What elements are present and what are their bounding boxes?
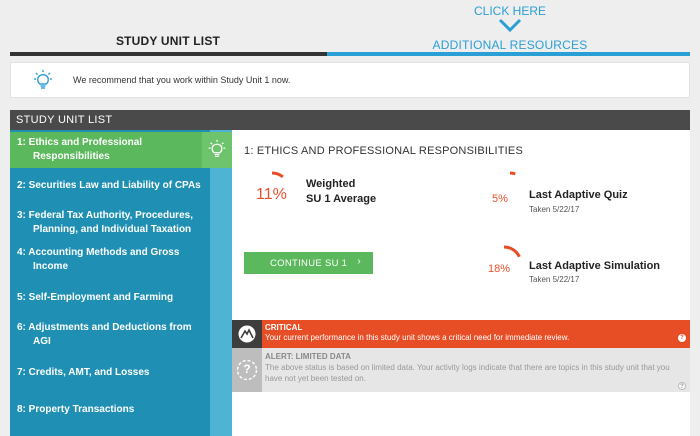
critical-text: Your current performance in this study u… <box>265 333 570 342</box>
sidebar-item-label-cont: Responsibilities <box>33 151 110 162</box>
sidebar-item-label: 7: Credits, AMT, and Losses <box>17 367 150 378</box>
study-unit-detail: 1: ETHICS AND PROFESSIONAL RESPONSIBILIT… <box>232 130 690 436</box>
panel-header: STUDY UNIT LIST <box>10 110 690 130</box>
limited-data-alert: ? ALERT: LIMITED DATA The above status i… <box>232 348 690 392</box>
weighted-average-percent: 11% <box>256 186 287 203</box>
simulation-label: Last Adaptive Simulation <box>529 260 661 272</box>
question-glyph: ? <box>243 362 251 376</box>
simulation-percent: 18% <box>488 263 511 275</box>
sidebar-item-label-cont: Income <box>33 261 69 272</box>
sidebar-item-label: 8: Property Transactions <box>17 404 135 415</box>
sidebar-item-unit-7[interactable]: 7: Credits, AMT, and Losses <box>10 366 210 380</box>
quiz-label: Last Adaptive Quiz <box>529 189 628 201</box>
sidebar-item-label: 2: Securities Law and Liability of CPAs <box>17 180 201 191</box>
sidebar-item-label: 5: Self-Employment and Farming <box>17 292 174 303</box>
tab-indicator-active <box>10 52 327 56</box>
sidebar-item-unit-4[interactable]: 4: Accounting Methods and Gross Income <box>10 246 210 274</box>
sidebar-strip <box>210 130 232 436</box>
sidebar-item-unit-6[interactable]: 6: Adjustments and Deductions from AGI <box>10 321 210 349</box>
critical-icon-box <box>232 320 262 348</box>
sidebar-item-label: 1: Ethics and Professional <box>17 137 143 148</box>
chevron-down-icon[interactable] <box>498 18 522 34</box>
sidebar-item-unit-2[interactable]: 2: Securities Law and Liability of CPAs <box>10 179 210 193</box>
recommendation-bar: We recommend that you work within Study … <box>10 62 690 98</box>
sidebar-item-label-cont: AGI <box>33 336 51 347</box>
sidebar-item-label: 3: Federal Tax Authority, Procedures, <box>17 210 193 221</box>
critical-help-icon[interactable]: ? <box>678 334 686 342</box>
sidebar-item-label: 4: Accounting Methods and Gross <box>17 247 180 258</box>
tab-additional-resources[interactable]: ADDITIONAL RESOURCES <box>330 38 690 52</box>
su-average-label: SU 1 Average <box>306 193 377 205</box>
alert-icon-box: ? <box>232 348 262 392</box>
continue-su-button[interactable]: CONTINUE SU 1 › <box>244 252 373 274</box>
sidebar-item-label-cont: Planning, and Individual Taxation <box>33 224 192 235</box>
sidebar-item-unit-8[interactable]: 8: Property Transactions <box>10 403 210 417</box>
tab-indicator-inactive <box>327 52 690 56</box>
critical-title: CRITICAL <box>265 323 303 332</box>
tab-study-unit-list[interactable]: STUDY UNIT LIST <box>10 34 326 48</box>
chevron-right-icon: › <box>357 256 361 267</box>
sidebar-item-unit-3[interactable]: 3: Federal Tax Authority, Procedures, Pl… <box>10 209 210 237</box>
recommendation-text: We recommend that you work within Study … <box>73 75 291 85</box>
simulation-date: Taken 5/22/17 <box>529 275 580 284</box>
sidebar-item-unit-1[interactable]: 1: Ethics and Professional Responsibilit… <box>10 136 210 164</box>
alert-title: ALERT: LIMITED DATA <box>265 352 351 361</box>
sidebar-item-unit-5[interactable]: 5: Self-Employment and Farming <box>10 291 210 305</box>
alert-help-icon[interactable]: ? <box>678 382 686 390</box>
lightbulb-icon <box>34 70 52 89</box>
quiz-date: Taken 5/22/17 <box>529 205 580 214</box>
mountain-alert-icon <box>238 325 256 343</box>
sidebar-item-label: 6: Adjustments and Deductions from <box>17 322 192 333</box>
click-here-hint[interactable]: CLICK HERE <box>470 4 550 18</box>
weighted-label: Weighted <box>306 178 356 190</box>
quiz-percent: 5% <box>492 193 508 205</box>
alert-text: The above status is based on limited dat… <box>265 363 670 383</box>
critical-banner: CRITICAL Your current performance in thi… <box>232 320 690 348</box>
unit-title: 1: ETHICS AND PROFESSIONAL RESPONSIBILIT… <box>244 145 523 157</box>
continue-su-label: CONTINUE SU 1 <box>270 257 348 269</box>
study-unit-sidebar: 1: Ethics and Professional Responsibilit… <box>10 130 232 436</box>
